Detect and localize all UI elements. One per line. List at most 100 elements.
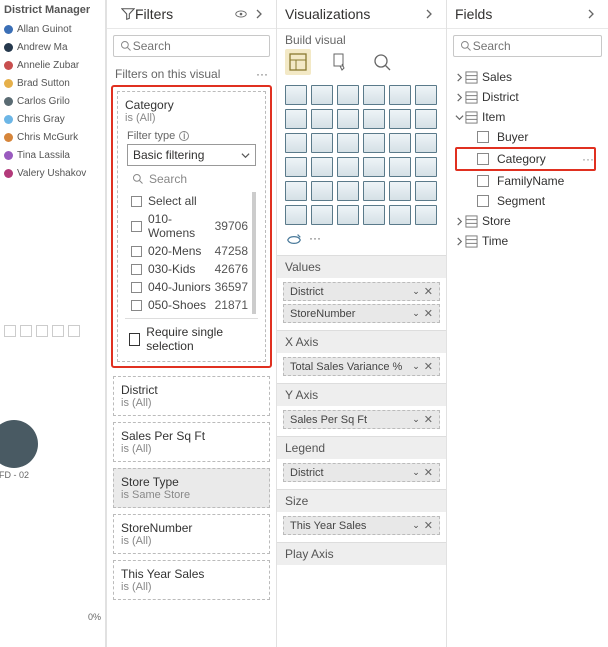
viz-type-icon[interactable] xyxy=(415,109,437,129)
remove-icon[interactable]: ✕ xyxy=(424,285,433,298)
checkbox[interactable] xyxy=(477,195,489,207)
field-pill[interactable]: StoreNumber⌄✕ xyxy=(283,304,440,323)
viz-type-icon[interactable] xyxy=(415,133,437,153)
viz-type-icon[interactable] xyxy=(311,157,333,177)
filter-card[interactable]: This Year Salesis (All) xyxy=(113,560,270,600)
field-item[interactable]: Category··· xyxy=(455,147,596,171)
filter-value-row[interactable]: Select all xyxy=(127,192,252,210)
report-canvas[interactable]: District Manager Allan GuinotAndrew MaAn… xyxy=(0,0,106,647)
field-pill[interactable]: Total Sales Variance %⌄✕ xyxy=(283,357,440,376)
viz-type-icon[interactable] xyxy=(285,133,307,153)
chevron-down-icon[interactable]: ⌄ xyxy=(412,467,420,478)
legend-item[interactable]: Annelie Zubar xyxy=(4,60,105,71)
checkbox[interactable] xyxy=(131,196,142,207)
remove-icon[interactable]: ✕ xyxy=(424,360,433,373)
filter-card[interactable]: Districtis (All) xyxy=(113,376,270,416)
checkbox[interactable] xyxy=(131,264,142,275)
checkbox[interactable] xyxy=(477,153,489,165)
remove-icon[interactable]: ✕ xyxy=(424,519,433,532)
filter-value-row[interactable]: 040-Juniors36597 xyxy=(127,278,252,296)
viz-type-icon[interactable] xyxy=(311,109,333,129)
checkbox[interactable] xyxy=(131,246,142,257)
viz-type-icon[interactable] xyxy=(363,109,385,129)
field-well[interactable]: District⌄✕ xyxy=(277,459,446,489)
legend-item[interactable]: Chris Gray xyxy=(4,114,105,125)
fields-search[interactable] xyxy=(453,35,602,57)
legend-item[interactable]: Valery Ushakov xyxy=(4,168,105,179)
field-well[interactable]: District⌄✕StoreNumber⌄✕ xyxy=(277,278,446,330)
filter-card-category[interactable]: Category is (All) Filter type i Basic fi… xyxy=(117,91,266,362)
viz-type-icon[interactable] xyxy=(337,205,359,225)
table-node[interactable]: Time xyxy=(455,231,600,251)
require-single-selection[interactable]: Require single selection xyxy=(125,318,258,355)
viz-type-icon[interactable] xyxy=(337,85,359,105)
caret-icon[interactable] xyxy=(455,237,465,246)
caret-icon[interactable] xyxy=(455,217,465,226)
remove-icon[interactable]: ✕ xyxy=(424,466,433,479)
chart-bubble[interactable] xyxy=(0,420,38,468)
field-pill[interactable]: District⌄✕ xyxy=(283,463,440,482)
viz-type-icon[interactable] xyxy=(415,85,437,105)
viz-type-icon[interactable] xyxy=(285,181,307,201)
viz-type-icon[interactable] xyxy=(285,157,307,177)
more-icon[interactable]: ··· xyxy=(256,67,268,81)
viz-type-icon[interactable] xyxy=(363,85,385,105)
info-icon[interactable]: i xyxy=(179,131,189,141)
field-well[interactable]: Total Sales Variance %⌄✕ xyxy=(277,353,446,383)
viz-type-icon[interactable] xyxy=(415,205,437,225)
viz-type-icon[interactable] xyxy=(311,85,333,105)
checkbox[interactable] xyxy=(477,131,489,143)
caret-icon[interactable] xyxy=(455,93,465,102)
chevron-down-icon[interactable]: ⌄ xyxy=(412,361,420,372)
collapse-icon[interactable] xyxy=(254,9,268,19)
filters-search-input[interactable] xyxy=(133,39,263,53)
filter-value-row[interactable]: 050-Shoes21871 xyxy=(127,296,252,314)
field-pill[interactable]: District⌄✕ xyxy=(283,282,440,301)
format-visual-tab[interactable] xyxy=(327,49,353,75)
field-well[interactable]: Sales Per Sq Ft⌄✕ xyxy=(277,406,446,436)
viz-type-icon[interactable] xyxy=(389,133,411,153)
filter-values-search[interactable]: Search xyxy=(127,168,256,190)
viz-type-icon[interactable] xyxy=(415,157,437,177)
chevron-down-icon[interactable]: ⌄ xyxy=(412,286,420,297)
viz-type-icon[interactable] xyxy=(337,157,359,177)
viz-type-icon[interactable] xyxy=(389,205,411,225)
viz-type-icon[interactable] xyxy=(285,205,307,225)
viz-type-icon[interactable] xyxy=(389,85,411,105)
viz-type-icon[interactable] xyxy=(337,181,359,201)
viz-type-icon[interactable] xyxy=(389,109,411,129)
viz-type-icon[interactable] xyxy=(285,109,307,129)
field-pill[interactable]: This Year Sales⌄✕ xyxy=(283,516,440,535)
table-node[interactable]: District xyxy=(455,87,600,107)
field-well[interactable]: This Year Sales⌄✕ xyxy=(277,512,446,542)
field-item[interactable]: Buyer xyxy=(455,127,600,147)
viz-type-icon[interactable] xyxy=(389,157,411,177)
filter-card[interactable]: StoreNumberis (All) xyxy=(113,514,270,554)
viz-type-icon[interactable] xyxy=(337,133,359,153)
viz-type-icon[interactable] xyxy=(389,181,411,201)
viz-type-icon[interactable] xyxy=(311,133,333,153)
eye-icon[interactable] xyxy=(234,7,248,21)
checkbox[interactable] xyxy=(131,221,142,232)
more-icon[interactable]: ··· xyxy=(582,152,594,166)
caret-icon[interactable] xyxy=(455,113,465,122)
checkbox[interactable] xyxy=(131,282,142,293)
legend-item[interactable]: Carlos Grilo xyxy=(4,96,105,107)
viz-type-icon[interactable] xyxy=(415,181,437,201)
legend-item[interactable]: Brad Sutton xyxy=(4,78,105,89)
viz-type-icon[interactable] xyxy=(363,157,385,177)
chevron-down-icon[interactable]: ⌄ xyxy=(412,414,420,425)
more-visuals-icon[interactable] xyxy=(285,231,303,249)
legend-item[interactable]: Tina Lassila xyxy=(4,150,105,161)
filter-card[interactable]: Sales Per Sq Ftis (All) xyxy=(113,422,270,462)
collapse-icon[interactable] xyxy=(424,9,438,19)
viz-type-icon[interactable] xyxy=(311,205,333,225)
legend-item[interactable]: Allan Guinot xyxy=(4,24,105,35)
filter-card[interactable]: Store Typeis Same Store xyxy=(113,468,270,508)
build-visual-tab[interactable] xyxy=(285,49,311,75)
checkbox[interactable] xyxy=(477,175,489,187)
table-node[interactable]: Item xyxy=(455,107,600,127)
filter-value-row[interactable]: 030-Kids42676 xyxy=(127,260,252,278)
checkbox[interactable] xyxy=(129,333,140,346)
filter-type-dropdown[interactable]: Basic filtering xyxy=(127,144,256,166)
